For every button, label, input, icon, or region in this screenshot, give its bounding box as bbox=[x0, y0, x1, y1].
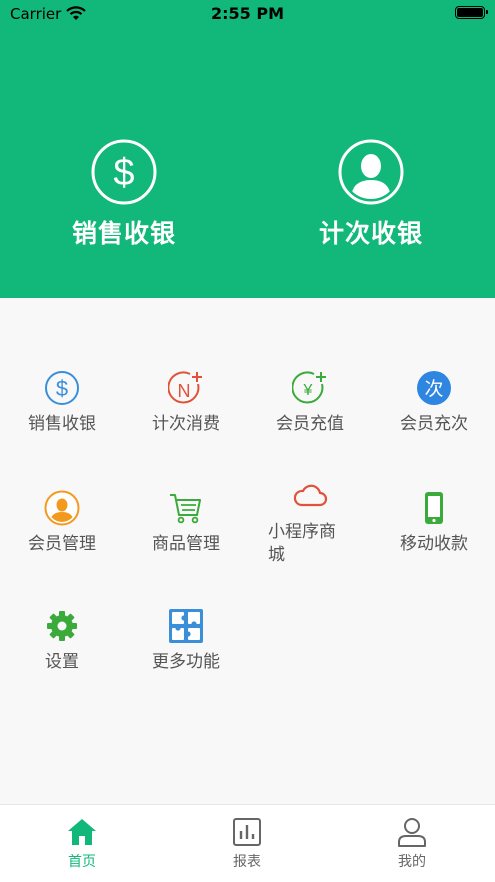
tab-mine[interactable]: 我的 bbox=[352, 815, 472, 871]
menu-item-label: 更多功能 bbox=[152, 652, 220, 672]
svg-text:N: N bbox=[178, 381, 191, 401]
phone-icon bbox=[425, 492, 443, 524]
battery-icon bbox=[455, 6, 488, 19]
menu-item-label: 会员充次 bbox=[400, 414, 468, 434]
menu-item-member-recharge[interactable]: ¥ 会员充值 bbox=[248, 370, 372, 436]
menu-item-mobile-payment[interactable]: 移动收款 bbox=[372, 490, 495, 556]
tab-label: 我的 bbox=[398, 854, 426, 870]
tab-label: 报表 bbox=[233, 854, 261, 870]
puzzle-icon bbox=[169, 609, 203, 643]
dollar-circle-icon: $ bbox=[91, 139, 157, 205]
member-icon bbox=[44, 490, 80, 526]
dollar-icon: $ bbox=[45, 371, 79, 405]
menu-item-member-management[interactable]: 会员管理 bbox=[0, 490, 124, 556]
menu-item-label: 会员管理 bbox=[28, 534, 96, 554]
menu-item-member-recharge-count[interactable]: 次 会员充次 bbox=[372, 370, 495, 436]
cloud-icon bbox=[293, 484, 328, 507]
svg-text:¥: ¥ bbox=[303, 382, 313, 399]
tab-reports[interactable]: 报表 bbox=[187, 815, 307, 871]
status-time: 2:55 PM bbox=[210, 4, 284, 23]
menu-item-label: 商品管理 bbox=[152, 534, 220, 554]
home-icon bbox=[68, 819, 96, 845]
ci-badge-text: 次 bbox=[424, 378, 443, 400]
menu-item-sales-checkout[interactable]: $ 销售收银 bbox=[0, 370, 124, 436]
menu-item-mini-program-mall[interactable]: 小程序商城 bbox=[248, 478, 372, 567]
menu-item-label: 移动收款 bbox=[400, 534, 468, 554]
menu-item-label: 小程序商城 bbox=[268, 522, 336, 565]
tab-home[interactable]: 首页 bbox=[22, 815, 142, 871]
menu-item-label: 计次消费 bbox=[152, 414, 220, 434]
menu-item-label: 销售收银 bbox=[28, 414, 96, 434]
hero-count-checkout-button[interactable]: 计次收银 bbox=[286, 138, 456, 248]
chart-icon bbox=[233, 818, 261, 846]
cart-icon bbox=[170, 494, 201, 524]
menu-item-count-consume[interactable]: N 计次消费 bbox=[124, 370, 248, 436]
yen-plus-icon: ¥ bbox=[292, 371, 326, 404]
tab-label: 首页 bbox=[68, 854, 96, 870]
hero-sales-checkout-button[interactable]: $ 销售收银 bbox=[39, 138, 209, 248]
hero-label: 销售收银 bbox=[71, 219, 176, 248]
menu-item-label: 会员充值 bbox=[276, 414, 344, 434]
menu-item-label: 设置 bbox=[45, 652, 79, 672]
svg-text:$: $ bbox=[56, 376, 68, 401]
hero-label: 计次收银 bbox=[318, 219, 423, 248]
menu-item-product-management[interactable]: 商品管理 bbox=[124, 490, 248, 556]
n-plus-icon: N bbox=[168, 371, 202, 404]
tab-bar: 首页 报表 我的 bbox=[0, 804, 495, 882]
user-circle-icon bbox=[338, 139, 404, 205]
menu-item-more-features[interactable]: 更多功能 bbox=[124, 608, 248, 674]
gear-icon bbox=[47, 611, 77, 641]
svg-text:$: $ bbox=[113, 152, 134, 194]
status-bar: Carrier 2:55 PM bbox=[0, 0, 495, 28]
ci-badge-icon: 次 bbox=[417, 371, 451, 405]
menu-item-settings[interactable]: 设置 bbox=[0, 608, 124, 674]
profile-icon bbox=[398, 818, 426, 847]
hero-header: Carrier 2:55 PM $ 销售收银 计次收银 bbox=[0, 0, 495, 298]
